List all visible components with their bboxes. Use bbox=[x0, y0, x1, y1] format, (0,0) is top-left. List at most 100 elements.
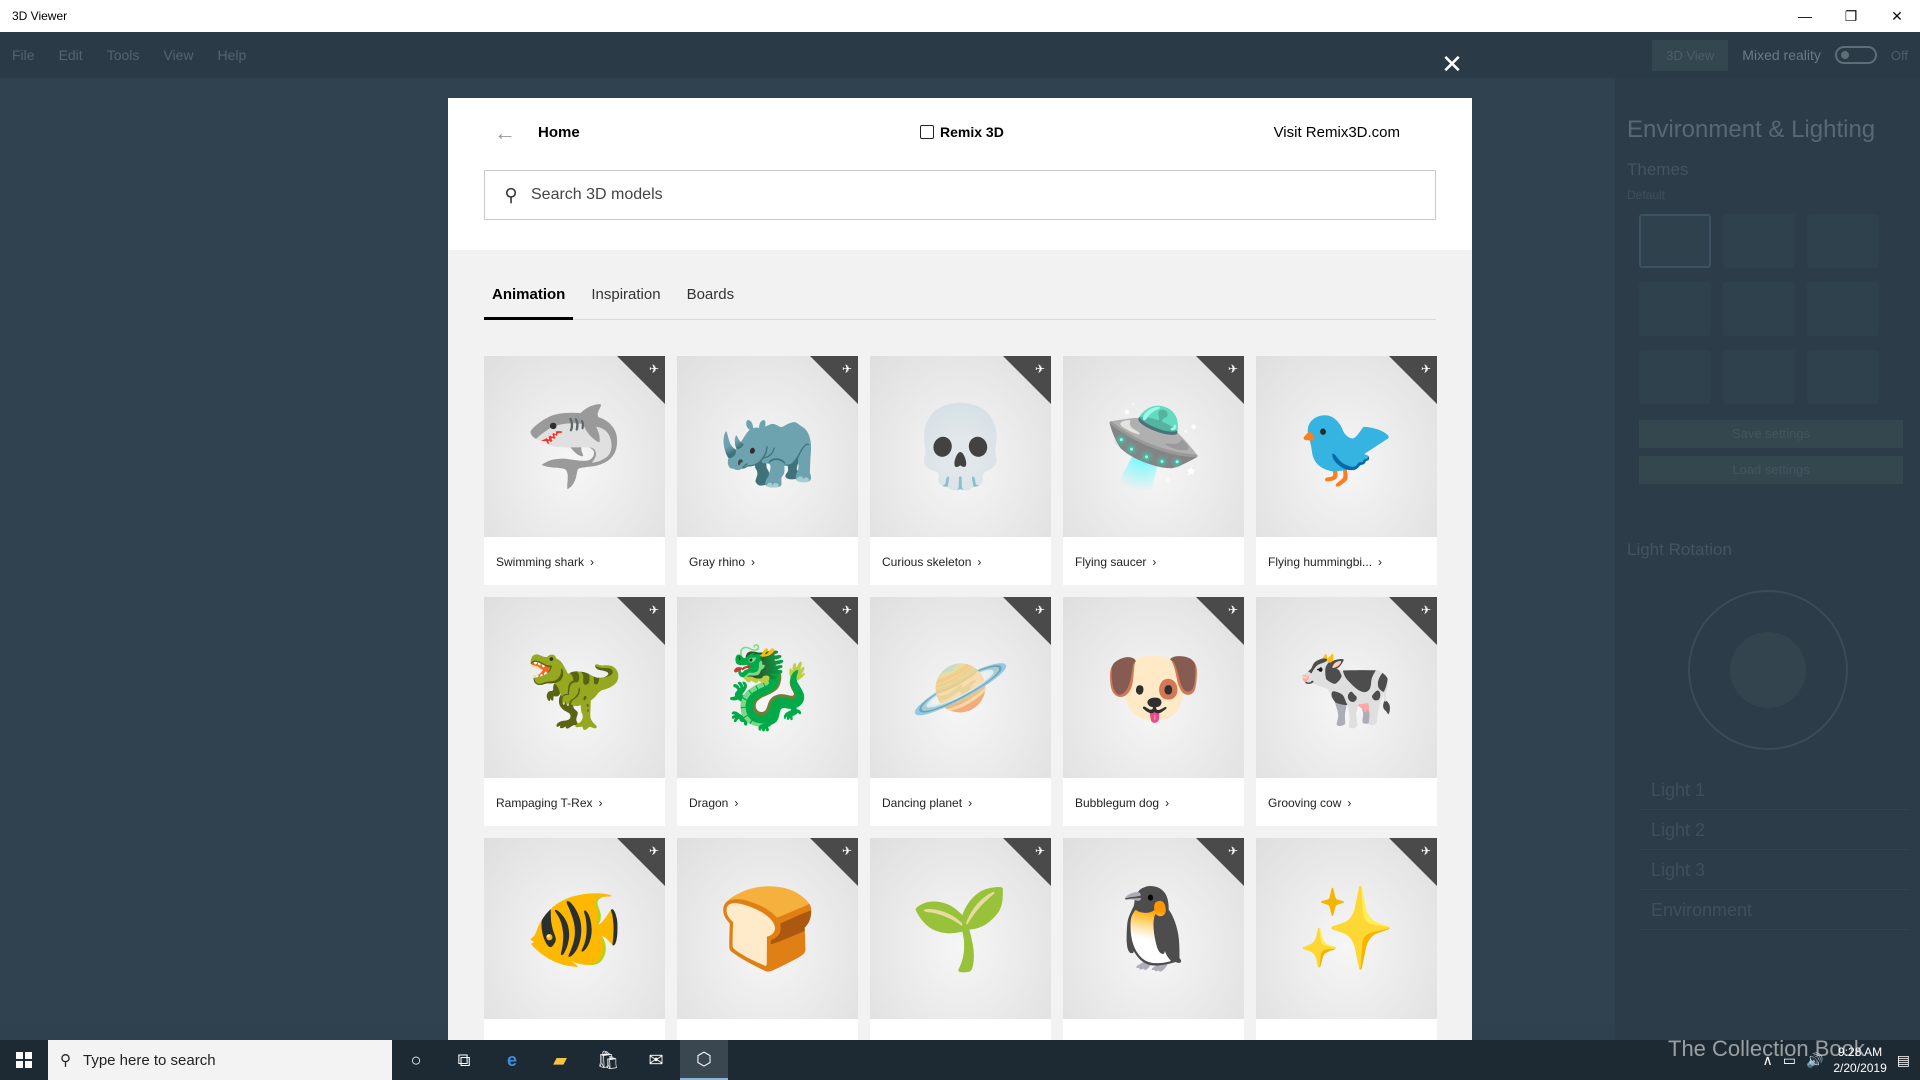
themes-header[interactable]: Themes bbox=[1627, 160, 1908, 180]
model-thumbnail[interactable]: 🍞 ✈ bbox=[677, 838, 858, 1019]
search-box[interactable]: ⚲ bbox=[484, 170, 1436, 220]
model-label[interactable]: Gray rhino › bbox=[677, 537, 858, 569]
visit-remix3d-link[interactable]: Visit Remix3D.com bbox=[1274, 124, 1400, 141]
tab-boards[interactable]: Boards bbox=[679, 280, 743, 320]
environment-row[interactable]: Environment bbox=[1639, 890, 1908, 930]
theme-option[interactable] bbox=[1723, 350, 1795, 404]
model-label[interactable]: Rampaging T-Rex › bbox=[484, 778, 665, 810]
light-rotation-header[interactable]: Light Rotation bbox=[1627, 540, 1908, 560]
animation-icon: ✈ bbox=[1420, 844, 1431, 858]
model-card[interactable]: 🛸 ✈ Flying saucer › bbox=[1063, 356, 1244, 585]
model-card[interactable]: 🐠 ✈ bbox=[484, 838, 665, 1040]
tab-animation[interactable]: Animation bbox=[484, 280, 574, 320]
model-card[interactable]: 🦏 ✈ Gray rhino › bbox=[677, 356, 858, 585]
model-card[interactable]: 🌱 ✈ bbox=[870, 838, 1051, 1040]
model-card[interactable]: 🐧 ✈ bbox=[1063, 838, 1244, 1040]
light-rotation-dial[interactable] bbox=[1687, 590, 1848, 750]
model-card[interactable]: 🐉 ✈ Dragon › bbox=[677, 597, 858, 826]
model-label[interactable]: Dancing planet › bbox=[870, 778, 1051, 810]
remix3d-icon bbox=[920, 125, 934, 139]
load-settings-button[interactable]: Load settings bbox=[1639, 456, 1903, 484]
menu-file[interactable]: File bbox=[0, 47, 47, 63]
model-label[interactable]: Dragon › bbox=[677, 778, 858, 810]
model-thumbnail[interactable]: 🐠 ✈ bbox=[484, 838, 665, 1019]
cortana-icon[interactable]: ○ bbox=[392, 1040, 440, 1080]
theme-option[interactable] bbox=[1723, 282, 1795, 336]
model-label[interactable] bbox=[870, 1019, 1051, 1037]
search-input[interactable] bbox=[531, 186, 1435, 204]
model-label[interactable]: Flying saucer › bbox=[1063, 537, 1244, 569]
theme-option[interactable] bbox=[1807, 214, 1879, 268]
mail-icon[interactable]: ✉ bbox=[632, 1040, 680, 1080]
model-label[interactable]: Bubblegum dog › bbox=[1063, 778, 1244, 810]
animation-icon: ✈ bbox=[1034, 844, 1045, 858]
close-window-button[interactable]: ✕ bbox=[1874, 0, 1920, 32]
model-thumbnail[interactable]: 🐧 ✈ bbox=[1063, 838, 1244, 1019]
model-thumbnail[interactable]: 🦏 ✈ bbox=[677, 356, 858, 537]
model-thumbnail[interactable]: 🐶 ✈ bbox=[1063, 597, 1244, 778]
light-2-row[interactable]: Light 2 bbox=[1639, 810, 1908, 850]
theme-option[interactable] bbox=[1807, 282, 1879, 336]
model-card[interactable]: ✨ ✈ bbox=[1256, 838, 1437, 1040]
chevron-right-icon: › bbox=[734, 796, 739, 810]
theme-option[interactable] bbox=[1723, 214, 1795, 268]
model-label[interactable]: Flying hummingbi... › bbox=[1256, 537, 1437, 569]
theme-option[interactable] bbox=[1807, 350, 1879, 404]
model-label[interactable]: Curious skeleton › bbox=[870, 537, 1051, 569]
theme-option[interactable] bbox=[1639, 282, 1711, 336]
animation-icon: ✈ bbox=[841, 362, 852, 376]
back-arrow-icon[interactable]: ← bbox=[494, 120, 516, 146]
taskbar-search[interactable]: ⚲ Type here to search bbox=[48, 1040, 392, 1080]
save-settings-button[interactable]: Save settings bbox=[1639, 420, 1903, 448]
model-thumbnail[interactable]: 🐦 ✈ bbox=[1256, 356, 1437, 537]
menu-tools[interactable]: Tools bbox=[95, 47, 152, 63]
model-thumbnail[interactable]: 🪐 ✈ bbox=[870, 597, 1051, 778]
model-label[interactable] bbox=[1063, 1019, 1244, 1037]
search-icon: ⚲ bbox=[60, 1052, 71, 1069]
model-card[interactable]: 🦈 ✈ Swimming shark › bbox=[484, 356, 665, 585]
menu-help[interactable]: Help bbox=[205, 47, 258, 63]
notifications-icon[interactable]: ▤ bbox=[1897, 1052, 1910, 1069]
model-label[interactable] bbox=[677, 1019, 858, 1037]
file-explorer-icon[interactable]: ▰ bbox=[536, 1040, 584, 1080]
chevron-right-icon: › bbox=[590, 555, 595, 569]
start-button[interactable] bbox=[0, 1040, 48, 1080]
model-thumbnail[interactable]: 🛸 ✈ bbox=[1063, 356, 1244, 537]
chevron-right-icon: › bbox=[1165, 796, 1170, 810]
model-label[interactable] bbox=[1256, 1019, 1437, 1037]
model-card[interactable]: 🐶 ✈ Bubblegum dog › bbox=[1063, 597, 1244, 826]
tab-inspiration[interactable]: Inspiration bbox=[583, 280, 668, 320]
model-thumbnail[interactable]: 🐄 ✈ bbox=[1256, 597, 1437, 778]
theme-option[interactable] bbox=[1639, 214, 1711, 268]
theme-option[interactable] bbox=[1639, 350, 1711, 404]
model-card[interactable]: 🦖 ✈ Rampaging T-Rex › bbox=[484, 597, 665, 826]
model-card[interactable]: 💀 ✈ Curious skeleton › bbox=[870, 356, 1051, 585]
3d-view-button[interactable]: 3D View bbox=[1652, 39, 1729, 71]
chevron-right-icon: › bbox=[1347, 796, 1352, 810]
model-card[interactable]: 🪐 ✈ Dancing planet › bbox=[870, 597, 1051, 826]
restore-button[interactable]: ❐ bbox=[1828, 0, 1874, 32]
model-card[interactable]: 🐦 ✈ Flying hummingbi... › bbox=[1256, 356, 1437, 585]
light-1-row[interactable]: Light 1 bbox=[1639, 770, 1908, 810]
model-label[interactable]: Swimming shark › bbox=[484, 537, 665, 569]
edge-icon[interactable]: e bbox=[488, 1040, 536, 1080]
task-view-icon[interactable]: ⧉ bbox=[440, 1040, 488, 1080]
model-thumbnail[interactable]: ✨ ✈ bbox=[1256, 838, 1437, 1019]
model-label[interactable]: Grooving cow › bbox=[1256, 778, 1437, 810]
minimize-button[interactable]: — bbox=[1782, 0, 1828, 32]
3d-viewer-taskbar-icon[interactable]: ⬡ bbox=[680, 1040, 728, 1080]
light-3-row[interactable]: Light 3 bbox=[1639, 850, 1908, 890]
model-thumbnail[interactable]: 🦈 ✈ bbox=[484, 356, 665, 537]
model-thumbnail[interactable]: 🐉 ✈ bbox=[677, 597, 858, 778]
model-thumbnail[interactable]: 🦖 ✈ bbox=[484, 597, 665, 778]
model-card[interactable]: 🐄 ✈ Grooving cow › bbox=[1256, 597, 1437, 826]
mixed-reality-toggle[interactable] bbox=[1834, 46, 1877, 64]
menu-view[interactable]: View bbox=[151, 47, 205, 63]
store-icon[interactable]: 🛍 bbox=[584, 1040, 632, 1080]
model-thumbnail[interactable]: 💀 ✈ bbox=[870, 356, 1051, 537]
close-overlay-button[interactable]: ✕ bbox=[1440, 51, 1464, 77]
model-label[interactable] bbox=[484, 1019, 665, 1037]
model-card[interactable]: 🍞 ✈ bbox=[677, 838, 858, 1040]
model-thumbnail[interactable]: 🌱 ✈ bbox=[870, 838, 1051, 1019]
menu-edit[interactable]: Edit bbox=[47, 47, 95, 63]
